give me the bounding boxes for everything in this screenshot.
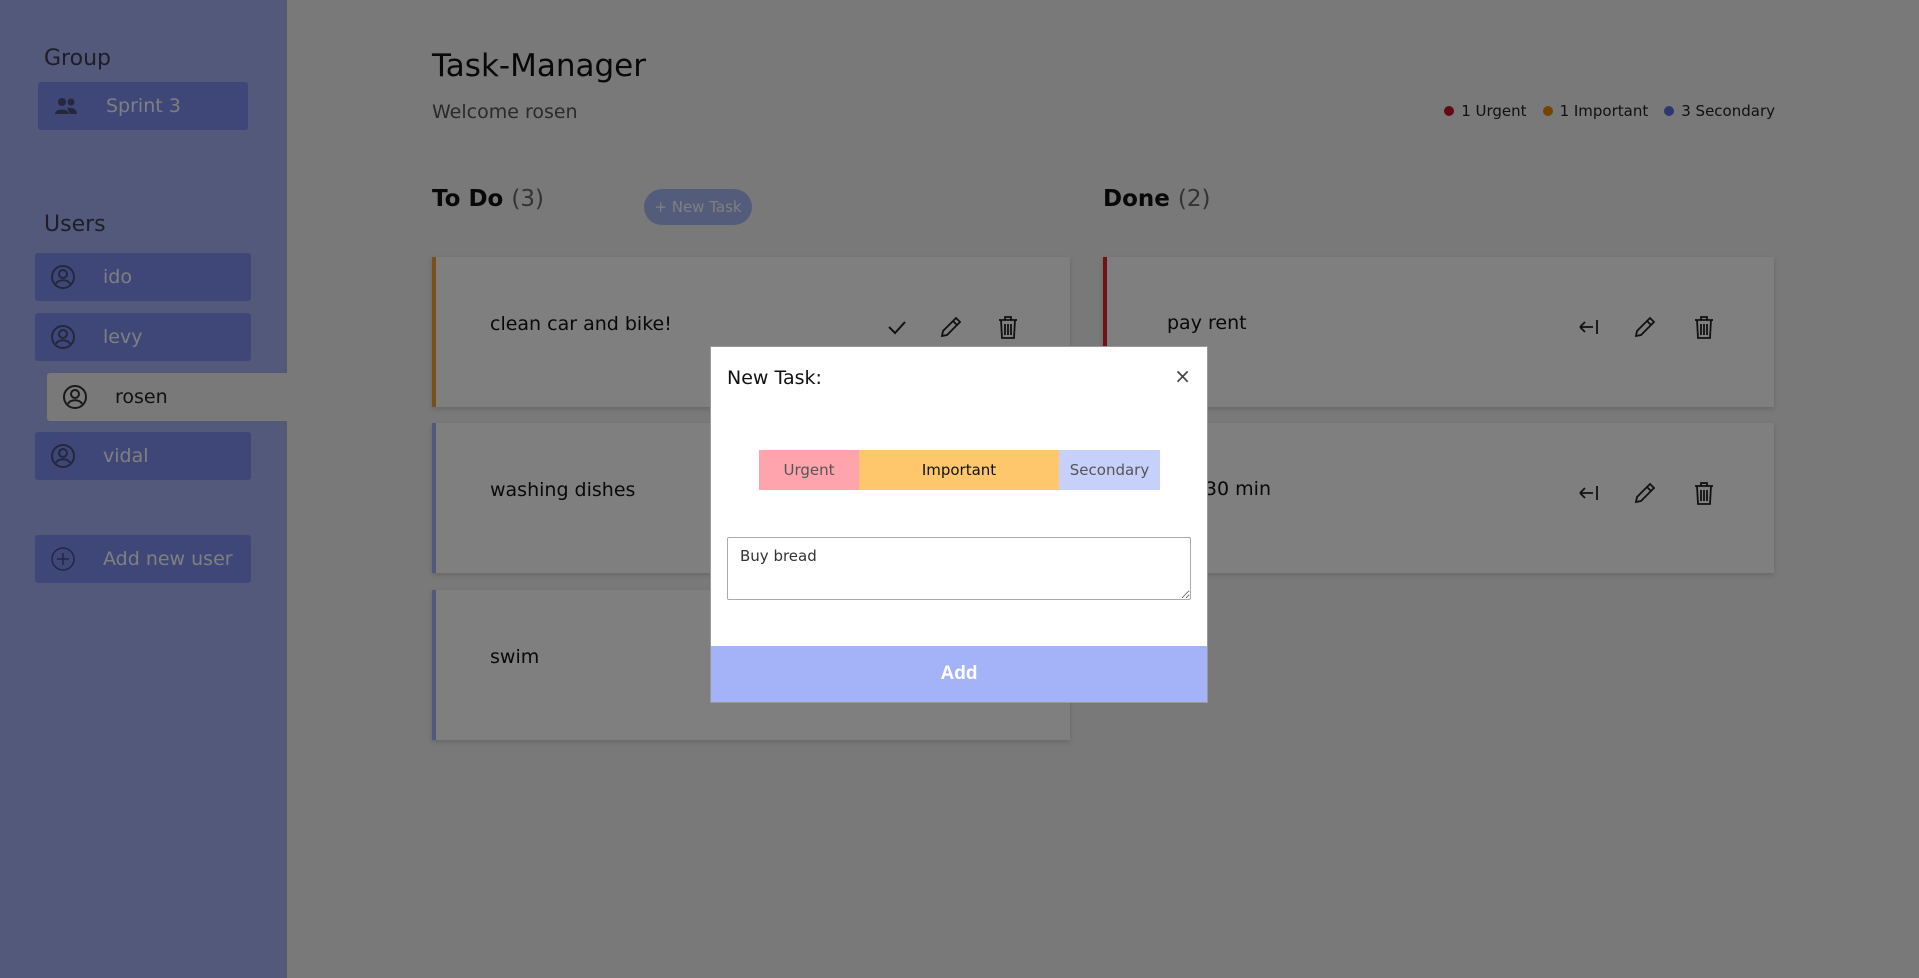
priority-secondary-button[interactable]: Secondary xyxy=(1059,450,1160,490)
priority-important-button[interactable]: Important xyxy=(859,450,1059,490)
add-task-button[interactable]: Add xyxy=(711,646,1207,702)
priority-urgent-button[interactable]: Urgent xyxy=(759,450,859,490)
close-icon[interactable]: × xyxy=(1174,364,1191,388)
task-text-input[interactable]: Buy bread xyxy=(727,537,1191,600)
new-task-modal: New Task: × Urgent Important Secondary B… xyxy=(710,346,1208,703)
modal-title: New Task: xyxy=(727,367,822,389)
